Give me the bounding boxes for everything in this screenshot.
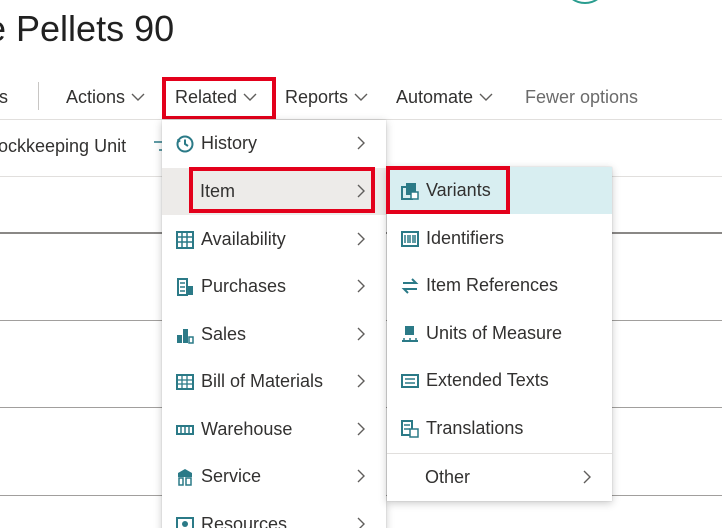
history-icon: [174, 133, 196, 155]
chevron-right-icon: [356, 231, 366, 247]
menu-item-variants[interactable]: Variants: [387, 167, 612, 214]
chevron-right-icon: [582, 469, 592, 485]
stockkeeping-unit-label: ockkeeping Unit: [0, 136, 127, 156]
menu-item-item-references[interactable]: Item References: [387, 262, 612, 309]
menu-item-item[interactable]: Item: [162, 168, 386, 215]
menu-item-label: Purchases: [201, 276, 287, 296]
chevron-right-icon: [356, 468, 366, 484]
menu-item-identifiers[interactable]: Identifiers: [387, 215, 612, 262]
menu-item-service[interactable]: Service: [162, 453, 386, 500]
menu-item-label: Availability: [201, 229, 286, 249]
barcode-icon: [399, 228, 421, 250]
purchases-icon: [174, 276, 196, 298]
related-label: Related: [175, 86, 238, 107]
action-bar-item-truncated[interactable]: ts: [0, 76, 8, 118]
menu-item-resources[interactable]: Resources: [162, 501, 386, 528]
menu-item-label: Identifiers: [426, 228, 505, 248]
page-title: e Pellets 90: [0, 8, 175, 49]
menu-item-label: Other: [425, 467, 471, 487]
menu-item-availability[interactable]: Availability: [162, 216, 386, 263]
menu-item-purchases[interactable]: Purchases: [162, 263, 386, 310]
fewer-options-label: Fewer options: [525, 86, 639, 107]
actions-menu-button[interactable]: Actions: [66, 76, 145, 118]
chevron-down-icon: [243, 92, 257, 102]
chevron-right-icon: [356, 183, 366, 199]
chevron-down-icon: [131, 92, 145, 102]
menu-item-extended-texts[interactable]: Extended Texts: [387, 357, 612, 404]
menu-item-label: Resources: [201, 514, 288, 528]
chevron-right-icon: [356, 516, 366, 528]
action-bar: ts Actions Related Reports Automate Fewe…: [0, 76, 722, 118]
availability-icon: [174, 229, 196, 251]
menu-item-translations[interactable]: Translations: [387, 405, 612, 452]
swap-arrows-icon: [399, 275, 421, 297]
chevron-right-icon: [356, 135, 366, 151]
related-dropdown-menu: History Item Availability Purchases Sale…: [162, 120, 386, 528]
menu-item-units-of-measure[interactable]: Units of Measure: [387, 310, 612, 357]
reports-menu-button[interactable]: Reports: [285, 76, 368, 118]
translations-icon: [399, 418, 421, 440]
actions-label: Actions: [66, 86, 126, 107]
menu-item-label: History: [201, 133, 258, 153]
menu-item-warehouse[interactable]: Warehouse: [162, 406, 386, 453]
automate-label: Automate: [396, 86, 474, 107]
menu-item-other[interactable]: Other: [387, 454, 612, 501]
sales-icon: [174, 324, 196, 346]
menu-item-label: Item: [200, 181, 236, 201]
chevron-down-icon: [354, 92, 368, 102]
related-menu-button[interactable]: Related: [175, 76, 257, 118]
reports-label: Reports: [285, 86, 349, 107]
service-icon: [174, 466, 196, 488]
menu-item-label: Extended Texts: [426, 370, 549, 390]
menu-item-label: Item References: [426, 275, 559, 295]
menu-item-history[interactable]: History: [162, 120, 386, 167]
chevron-right-icon: [356, 278, 366, 294]
bill-of-materials-icon: [174, 371, 196, 393]
menu-item-label: Warehouse: [201, 419, 293, 439]
fewer-options-button[interactable]: Fewer options: [525, 76, 638, 118]
chevron-right-icon: [356, 421, 366, 437]
chevron-right-icon: [356, 373, 366, 389]
extended-texts-icon: [399, 370, 421, 392]
avatar[interactable]: [566, 0, 604, 4]
menu-item-bill-of-materials[interactable]: Bill of Materials: [162, 358, 386, 405]
item-submenu: Variants Identifiers Item References Uni…: [387, 167, 612, 501]
variants-icon: [399, 180, 421, 202]
action-bar-item-label: ts: [0, 86, 9, 107]
menu-item-label: Translations: [426, 418, 524, 438]
menu-item-label: Units of Measure: [426, 323, 563, 343]
chevron-right-icon: [356, 326, 366, 342]
stockkeeping-unit-action[interactable]: ockkeeping Unit: [0, 136, 126, 157]
units-of-measure-icon: [399, 323, 421, 345]
warehouse-icon: [174, 419, 196, 441]
menu-item-label: Sales: [201, 324, 247, 344]
chevron-down-icon: [479, 92, 493, 102]
menu-item-label: Service: [201, 466, 262, 486]
menu-item-label: Variants: [426, 180, 491, 200]
menu-item-sales[interactable]: Sales: [162, 311, 386, 358]
action-bar-separator: [38, 82, 39, 110]
resources-icon: [174, 514, 196, 528]
menu-item-label: Bill of Materials: [201, 371, 324, 391]
automate-menu-button[interactable]: Automate: [396, 76, 493, 118]
